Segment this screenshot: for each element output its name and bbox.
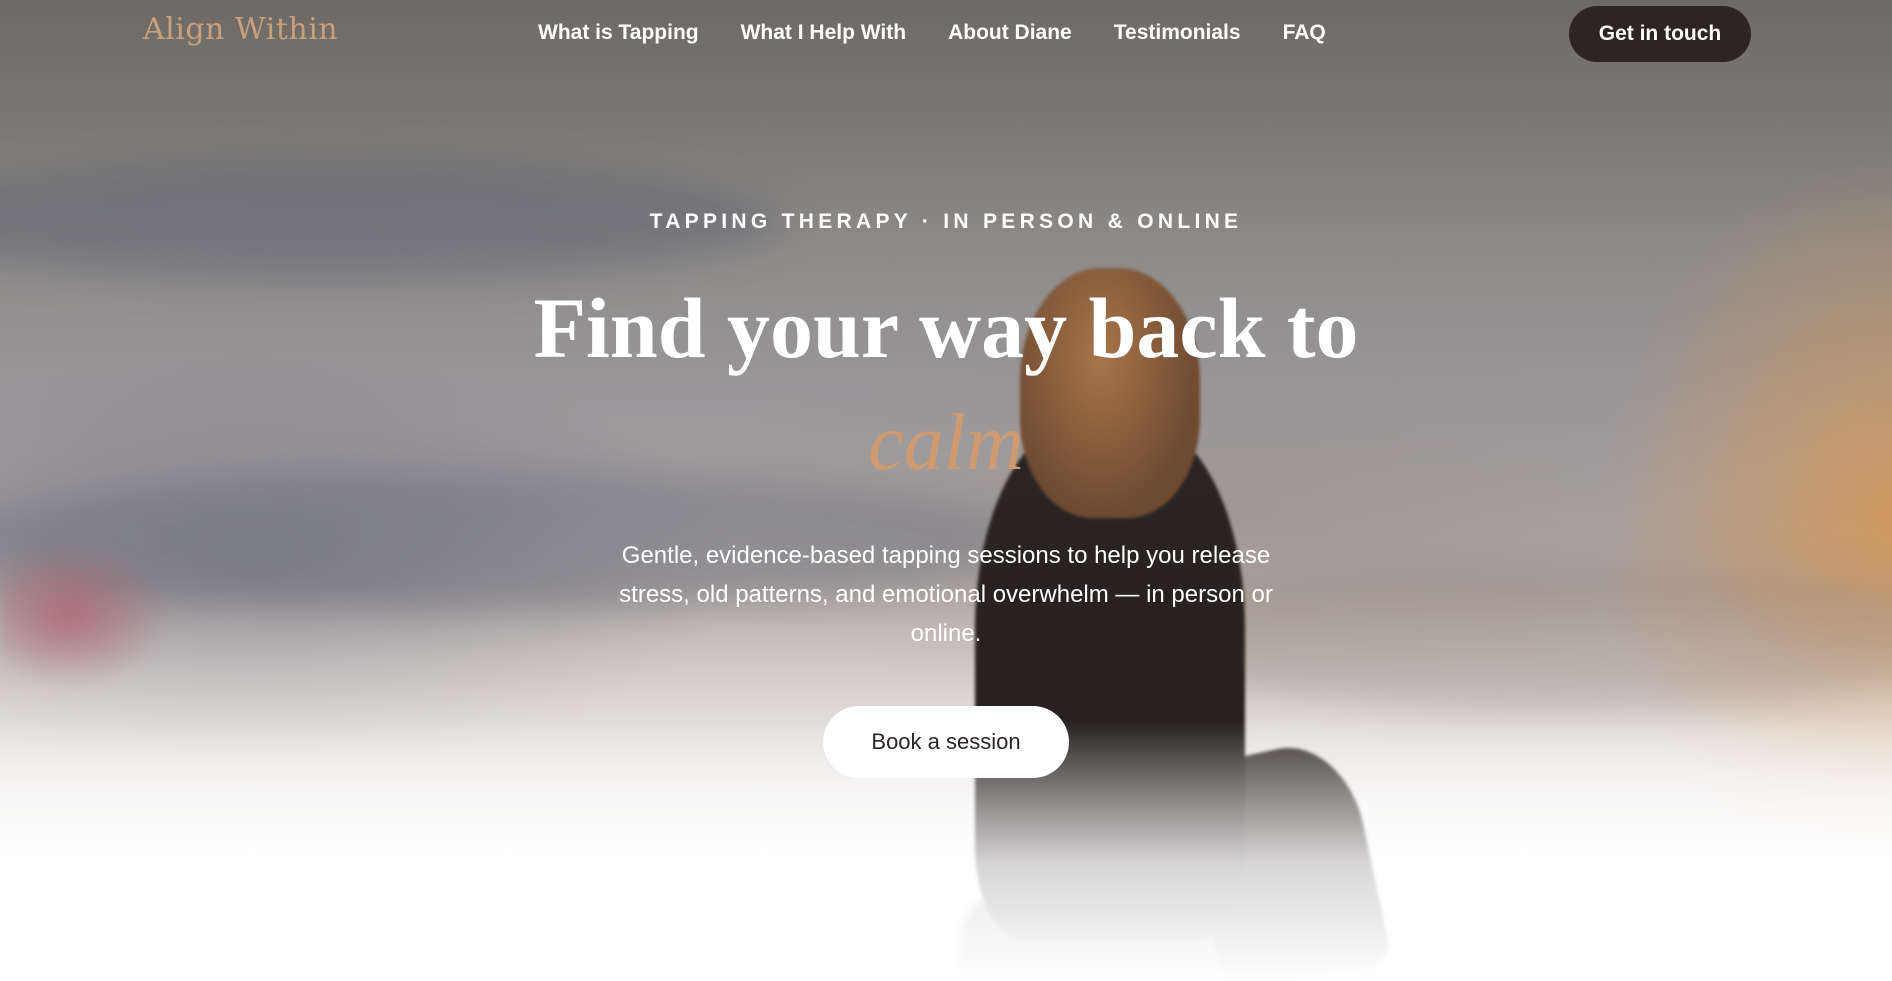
tent-shape [0, 540, 170, 690]
nav-link-about-diane[interactable]: About Diane [948, 21, 1072, 45]
get-in-touch-button[interactable]: Get in touch [1569, 6, 1751, 62]
nav-link-testimonials[interactable]: Testimonials [1114, 21, 1241, 45]
hero-eyebrow: TAPPING THERAPY · IN PERSON & ONLINE [649, 210, 1243, 233]
book-session-button[interactable]: Book a session [823, 706, 1069, 778]
hero-headline-accent: calm [868, 399, 1024, 487]
nav-links: What is Tapping What I Help With About D… [538, 21, 1368, 45]
site-logo[interactable]: Align Within [143, 12, 338, 47]
top-navigation: Align Within What is Tapping What I Help… [0, 0, 1892, 68]
nav-link-faq[interactable]: FAQ [1283, 21, 1326, 45]
hero-subtext: Gentle, evidence-based tapping sessions … [619, 542, 1273, 647]
hero-headline: Find your way back to [533, 280, 1359, 376]
nav-link-what-i-help-with[interactable]: What I Help With [741, 21, 906, 45]
nav-link-what-is-tapping[interactable]: What is Tapping [538, 21, 699, 45]
